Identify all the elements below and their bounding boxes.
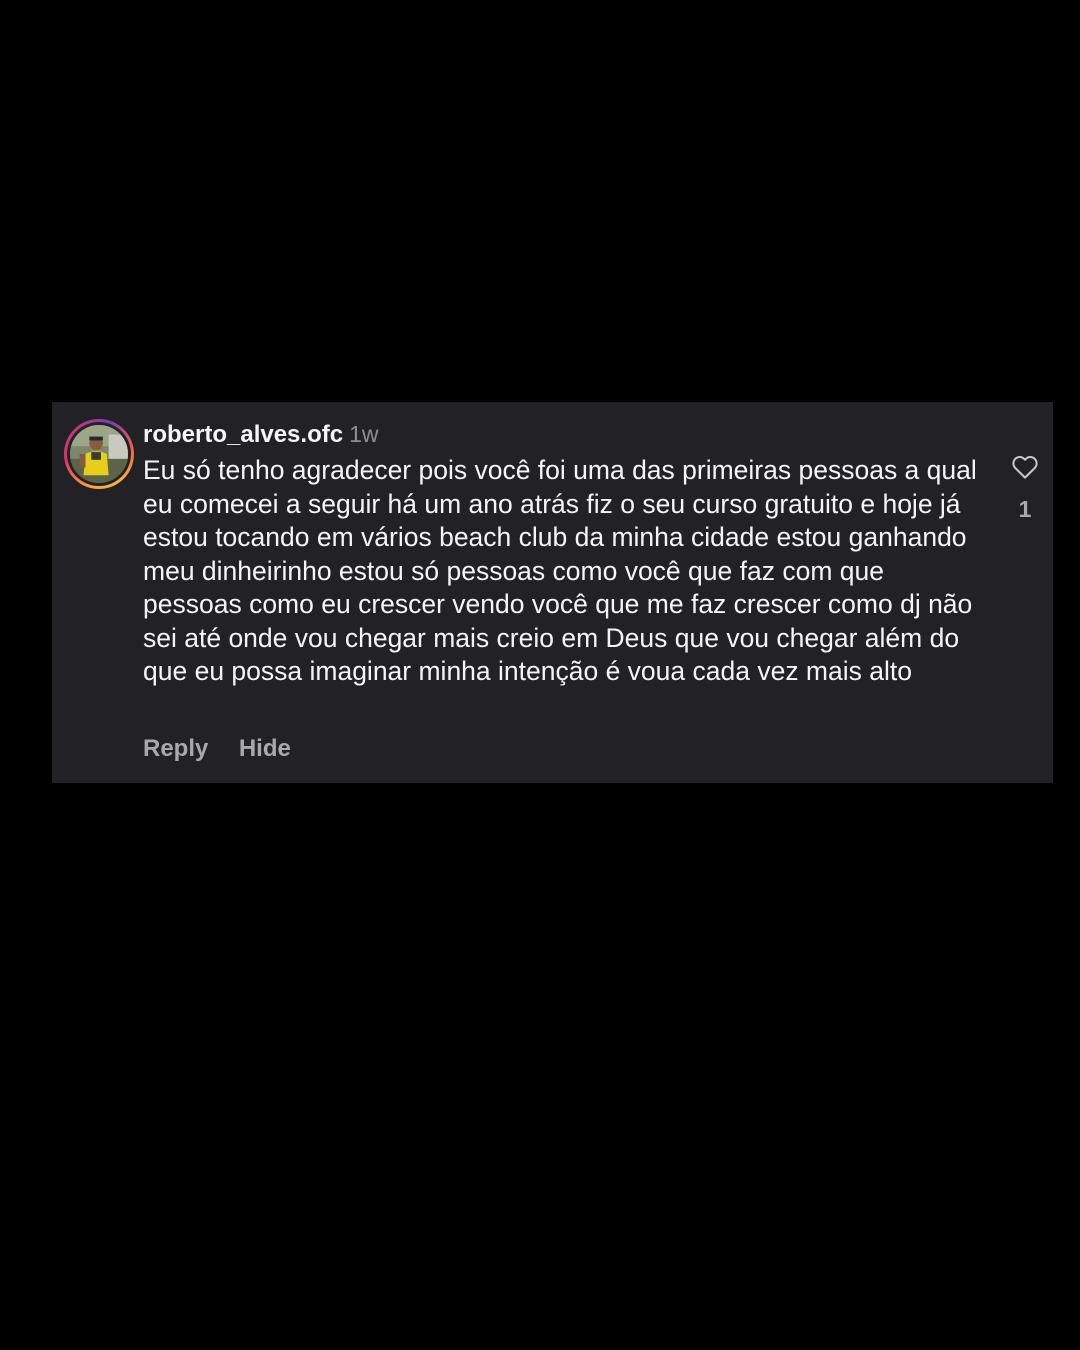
like-control: 1 [1008,452,1042,523]
avatar[interactable] [70,425,128,483]
comment-header: roberto_alves.ofc 1w [143,418,378,454]
username-link[interactable]: roberto_alves.ofc [143,421,343,448]
like-count: 1 [1018,496,1032,522]
comment-card: roberto_alves.ofc 1w Eu só tenho agradece… [52,402,1053,783]
avatar-story-ring[interactable] [64,419,134,489]
heart-icon[interactable] [1010,452,1040,482]
avatar-image [70,425,128,483]
comment-timestamp: 1w [349,421,379,447]
comment-actions: Reply Hide [143,733,317,768]
comment-text: Eu só tenho agradecer pois você foi uma … [143,455,977,686]
hide-button[interactable]: Hide [239,733,291,765]
reply-button[interactable]: Reply [143,733,208,765]
